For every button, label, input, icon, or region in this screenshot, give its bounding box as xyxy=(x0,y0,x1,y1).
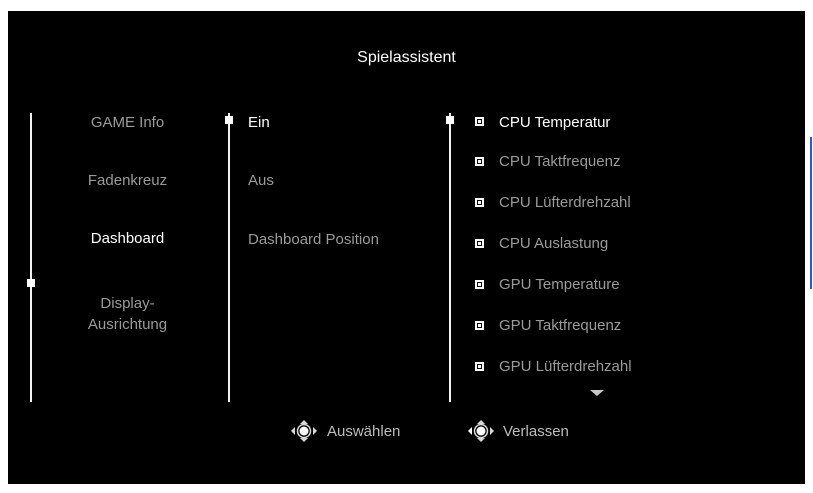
checkbox-gpu-lufterdrehzahl[interactable] xyxy=(475,362,484,371)
menu-item-fadenkreuz[interactable]: Fadenkreuz xyxy=(60,172,195,189)
menu-item-dashboard[interactable]: Dashboard xyxy=(60,230,195,247)
page-title: Spielassistent xyxy=(357,49,456,66)
item-gpu-lufterdrehzahl[interactable]: GPU Lüfterdrehzahl xyxy=(499,358,632,375)
scrollbar[interactable] xyxy=(810,137,812,289)
col1-divider xyxy=(30,113,32,402)
checkbox-cpu-taktfrequenz[interactable] xyxy=(475,157,484,166)
item-gpu-taktfrequenz[interactable]: GPU Taktfrequenz xyxy=(499,317,621,334)
checkbox-gpu-temperature[interactable] xyxy=(475,280,484,289)
item-cpu-temperatur[interactable]: CPU Temperatur xyxy=(499,114,610,131)
item-gpu-temperature[interactable]: GPU Temperature xyxy=(499,276,620,293)
joystick-exit-icon xyxy=(468,420,494,442)
item-cpu-taktfrequenz[interactable]: CPU Taktfrequenz xyxy=(499,153,620,170)
checkbox-cpu-temperatur[interactable] xyxy=(475,117,484,126)
col2-divider xyxy=(228,113,230,402)
footer-select-label: Auswählen xyxy=(327,423,401,440)
option-dashboard-position[interactable]: Dashboard Position xyxy=(248,231,379,248)
menu-item-display-ausrichtung[interactable]: Display- Ausrichtung xyxy=(60,293,195,335)
col1-selection-marker xyxy=(27,279,35,287)
footer-exit-label: Verlassen xyxy=(503,423,569,440)
checkbox-cpu-lufterdrehzahl[interactable] xyxy=(475,198,484,207)
checkbox-gpu-taktfrequenz[interactable] xyxy=(475,321,484,330)
item-cpu-auslastung[interactable]: CPU Auslastung xyxy=(499,235,608,252)
menu-item-game-info[interactable]: GAME Info xyxy=(60,114,195,131)
col3-divider xyxy=(449,113,451,402)
item-cpu-lufterdrehzahl[interactable]: CPU Lüfterdrehzahl xyxy=(499,194,631,211)
col3-selection-marker xyxy=(446,116,454,124)
checkbox-cpu-auslastung[interactable] xyxy=(475,239,484,248)
scroll-down-arrow-icon[interactable] xyxy=(590,390,604,396)
col2-selection-marker xyxy=(225,116,233,124)
osd-panel xyxy=(8,11,805,484)
option-ein[interactable]: Ein xyxy=(248,114,270,131)
joystick-select-icon xyxy=(291,420,317,442)
option-aus[interactable]: Aus xyxy=(248,172,274,189)
